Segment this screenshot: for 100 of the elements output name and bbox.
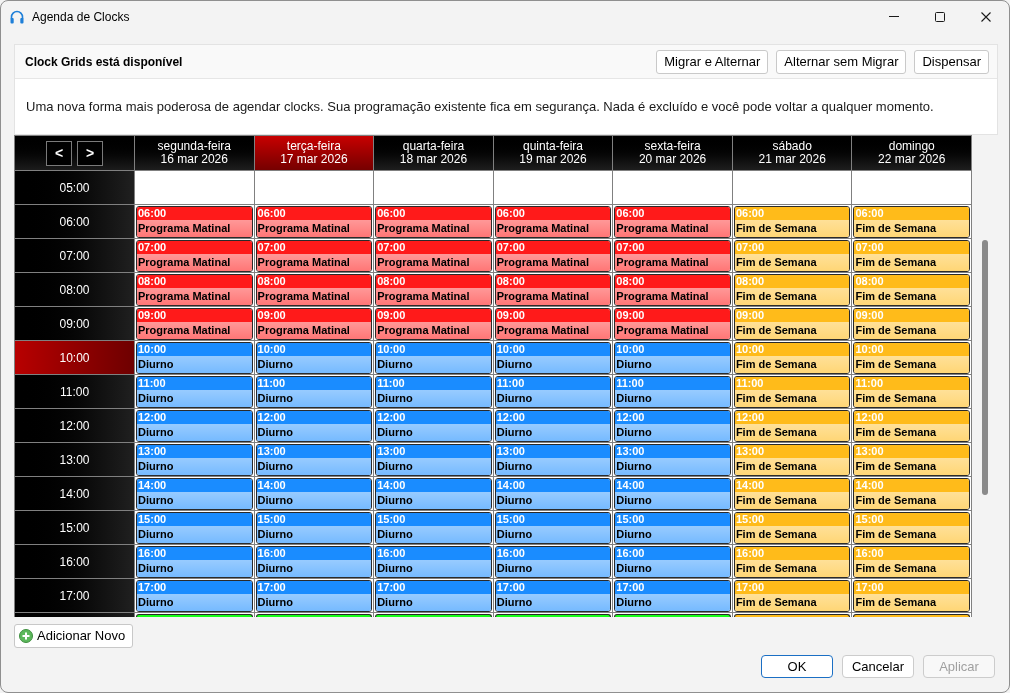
calendar-event[interactable]: 11:00 Diurno <box>375 376 492 408</box>
calendar-event[interactable]: 11:00 Diurno <box>255 376 373 408</box>
calendar-event[interactable]: 17:00 Diurno <box>136 580 253 612</box>
calendar-event[interactable]: 09:00 Programa Matinal <box>614 308 731 340</box>
calendar-event[interactable]: 12:00 Fim de Semana <box>853 410 971 442</box>
calendar-event[interactable]: 07:00 Programa Matinal <box>136 240 253 272</box>
calendar-event[interactable]: 10:00 Fim de Semana <box>853 342 971 374</box>
calendar-event[interactable]: 12:00 Fim de Semana <box>733 410 851 442</box>
calendar-event[interactable]: 11:00 Diurno <box>136 376 253 408</box>
calendar-event[interactable]: 06:00 Programa Matinal <box>136 206 253 238</box>
calendar-event[interactable]: 17:00 Diurno <box>375 580 492 612</box>
action-button[interactable]: Dispensar <box>914 49 989 74</box>
calendar-event[interactable]: 06:00 Programa Matinal <box>494 206 612 238</box>
calendar-event[interactable]: 06:00 Programa Matinal <box>375 206 492 238</box>
calendar-event[interactable]: 16:00 Diurno <box>375 546 492 578</box>
calendar-event[interactable]: 09:00 Fim de Semana <box>733 308 851 340</box>
calendar-event[interactable]: 14:00 Diurno <box>375 478 492 510</box>
calendar-event[interactable] <box>375 614 492 617</box>
calendar-event[interactable]: 16:00 Fim de Semana <box>733 546 851 578</box>
calendar-event[interactable]: 16:00 Diurno <box>136 546 253 578</box>
dialog-button[interactable]: OK <box>761 655 833 678</box>
previous-button[interactable]: < <box>46 140 72 166</box>
next-button[interactable]: > <box>77 140 103 166</box>
calendar-event[interactable]: 07:00 Programa Matinal <box>375 240 492 272</box>
calendar-event[interactable]: 08:00 Fim de Semana <box>733 274 851 306</box>
calendar-event[interactable]: 15:00 Diurno <box>494 512 612 544</box>
calendar-event[interactable]: 10:00 Diurno <box>375 342 492 374</box>
calendar-event[interactable]: 07:00 Fim de Semana <box>733 240 851 272</box>
calendar-event[interactable]: 10:00 Diurno <box>255 342 373 374</box>
calendar-event[interactable]: 14:00 Diurno <box>136 478 253 510</box>
calendar-event[interactable]: 11:00 Fim de Semana <box>853 376 971 408</box>
calendar-event[interactable]: 10:00 Diurno <box>614 342 731 374</box>
calendar-event[interactable] <box>853 614 971 617</box>
calendar-event[interactable]: 13:00 Diurno <box>494 444 612 476</box>
calendar-event[interactable]: 17:00 Fim de Semana <box>733 580 851 612</box>
dialog-button[interactable]: Cancelar <box>842 655 914 678</box>
calendar-event[interactable]: 13:00 Fim de Semana <box>733 444 851 476</box>
calendar-event[interactable]: 08:00 Fim de Semana <box>853 274 971 306</box>
action-button[interactable]: Alternar sem Migrar <box>776 49 907 74</box>
calendar-event[interactable]: 09:00 Programa Matinal <box>375 308 492 340</box>
calendar-event[interactable]: 17:00 Fim de Semana <box>853 580 971 612</box>
calendar-event[interactable]: 16:00 Fim de Semana <box>853 546 971 578</box>
calendar-event[interactable]: 12:00 Diurno <box>136 410 253 442</box>
calendar-event[interactable]: 07:00 Programa Matinal <box>255 240 373 272</box>
calendar-event[interactable] <box>733 614 851 617</box>
calendar-event[interactable]: 08:00 Programa Matinal <box>136 274 253 306</box>
calendar-event[interactable]: 15:00 Fim de Semana <box>853 512 971 544</box>
calendar-event[interactable] <box>494 614 612 617</box>
calendar-event[interactable]: 15:00 Diurno <box>136 512 253 544</box>
calendar-event[interactable]: 13:00 Diurno <box>136 444 253 476</box>
calendar-event[interactable]: 14:00 Fim de Semana <box>733 478 851 510</box>
calendar-event[interactable]: 06:00 Fim de Semana <box>733 206 851 238</box>
calendar-event[interactable]: 15:00 Diurno <box>614 512 731 544</box>
calendar-event[interactable]: 16:00 Diurno <box>255 546 373 578</box>
calendar-event[interactable]: 09:00 Programa Matinal <box>136 308 253 340</box>
calendar-event[interactable] <box>255 614 373 617</box>
calendar-event[interactable]: 08:00 Programa Matinal <box>375 274 492 306</box>
calendar-event[interactable]: 07:00 Fim de Semana <box>853 240 971 272</box>
calendar-event[interactable]: 14:00 Diurno <box>614 478 731 510</box>
calendar-event[interactable]: 14:00 Diurno <box>494 478 612 510</box>
calendar-event[interactable]: 14:00 Fim de Semana <box>853 478 971 510</box>
calendar-event[interactable]: 11:00 Diurno <box>614 376 731 408</box>
calendar-event[interactable]: 12:00 Diurno <box>614 410 731 442</box>
calendar-event[interactable]: 10:00 Diurno <box>136 342 253 374</box>
calendar-event[interactable]: 12:00 Diurno <box>255 410 373 442</box>
calendar-event[interactable]: 17:00 Diurno <box>614 580 731 612</box>
calendar-event[interactable]: 15:00 Diurno <box>255 512 373 544</box>
calendar-event[interactable]: 08:00 Programa Matinal <box>494 274 612 306</box>
close-icon[interactable] <box>981 11 991 22</box>
calendar-event[interactable]: 09:00 Programa Matinal <box>255 308 373 340</box>
action-button[interactable]: Migrar e Alternar <box>656 49 769 74</box>
calendar-event[interactable]: 10:00 Fim de Semana <box>733 342 851 374</box>
calendar-event[interactable]: 06:00 Programa Matinal <box>255 206 373 238</box>
calendar-event[interactable]: 16:00 Diurno <box>494 546 612 578</box>
calendar-event[interactable]: 13:00 Diurno <box>255 444 373 476</box>
calendar-event[interactable]: 09:00 Programa Matinal <box>494 308 612 340</box>
calendar-event[interactable]: 07:00 Programa Matinal <box>614 240 731 272</box>
calendar-event[interactable]: 13:00 Diurno <box>375 444 492 476</box>
calendar-event[interactable]: 11:00 Diurno <box>494 376 612 408</box>
calendar-event[interactable]: 15:00 Diurno <box>375 512 492 544</box>
calendar-event[interactable] <box>136 614 253 617</box>
calendar-event[interactable]: 08:00 Programa Matinal <box>614 274 731 306</box>
calendar-event[interactable]: 14:00 Diurno <box>255 478 373 510</box>
calendar-event[interactable]: 17:00 Diurno <box>255 580 373 612</box>
calendar-event[interactable]: 12:00 Diurno <box>375 410 492 442</box>
scrollbar-thumb[interactable] <box>982 240 988 495</box>
calendar-event[interactable]: 17:00 Diurno <box>494 580 612 612</box>
calendar-event[interactable]: 13:00 Diurno <box>614 444 731 476</box>
calendar-event[interactable]: 16:00 Diurno <box>614 546 731 578</box>
add-new-button[interactable]: Adicionar Novo <box>14 624 134 648</box>
calendar-event[interactable]: 06:00 Programa Matinal <box>614 206 731 238</box>
maximize-icon[interactable] <box>935 11 945 22</box>
calendar-event[interactable]: 13:00 Fim de Semana <box>853 444 971 476</box>
calendar-event[interactable]: 11:00 Fim de Semana <box>733 376 851 408</box>
calendar-event[interactable]: 10:00 Diurno <box>494 342 612 374</box>
calendar-event[interactable]: 12:00 Diurno <box>494 410 612 442</box>
calendar-event[interactable]: 06:00 Fim de Semana <box>853 206 971 238</box>
calendar-event[interactable]: 15:00 Fim de Semana <box>733 512 851 544</box>
calendar-event[interactable]: 07:00 Programa Matinal <box>494 240 612 272</box>
calendar-event[interactable]: 08:00 Programa Matinal <box>255 274 373 306</box>
